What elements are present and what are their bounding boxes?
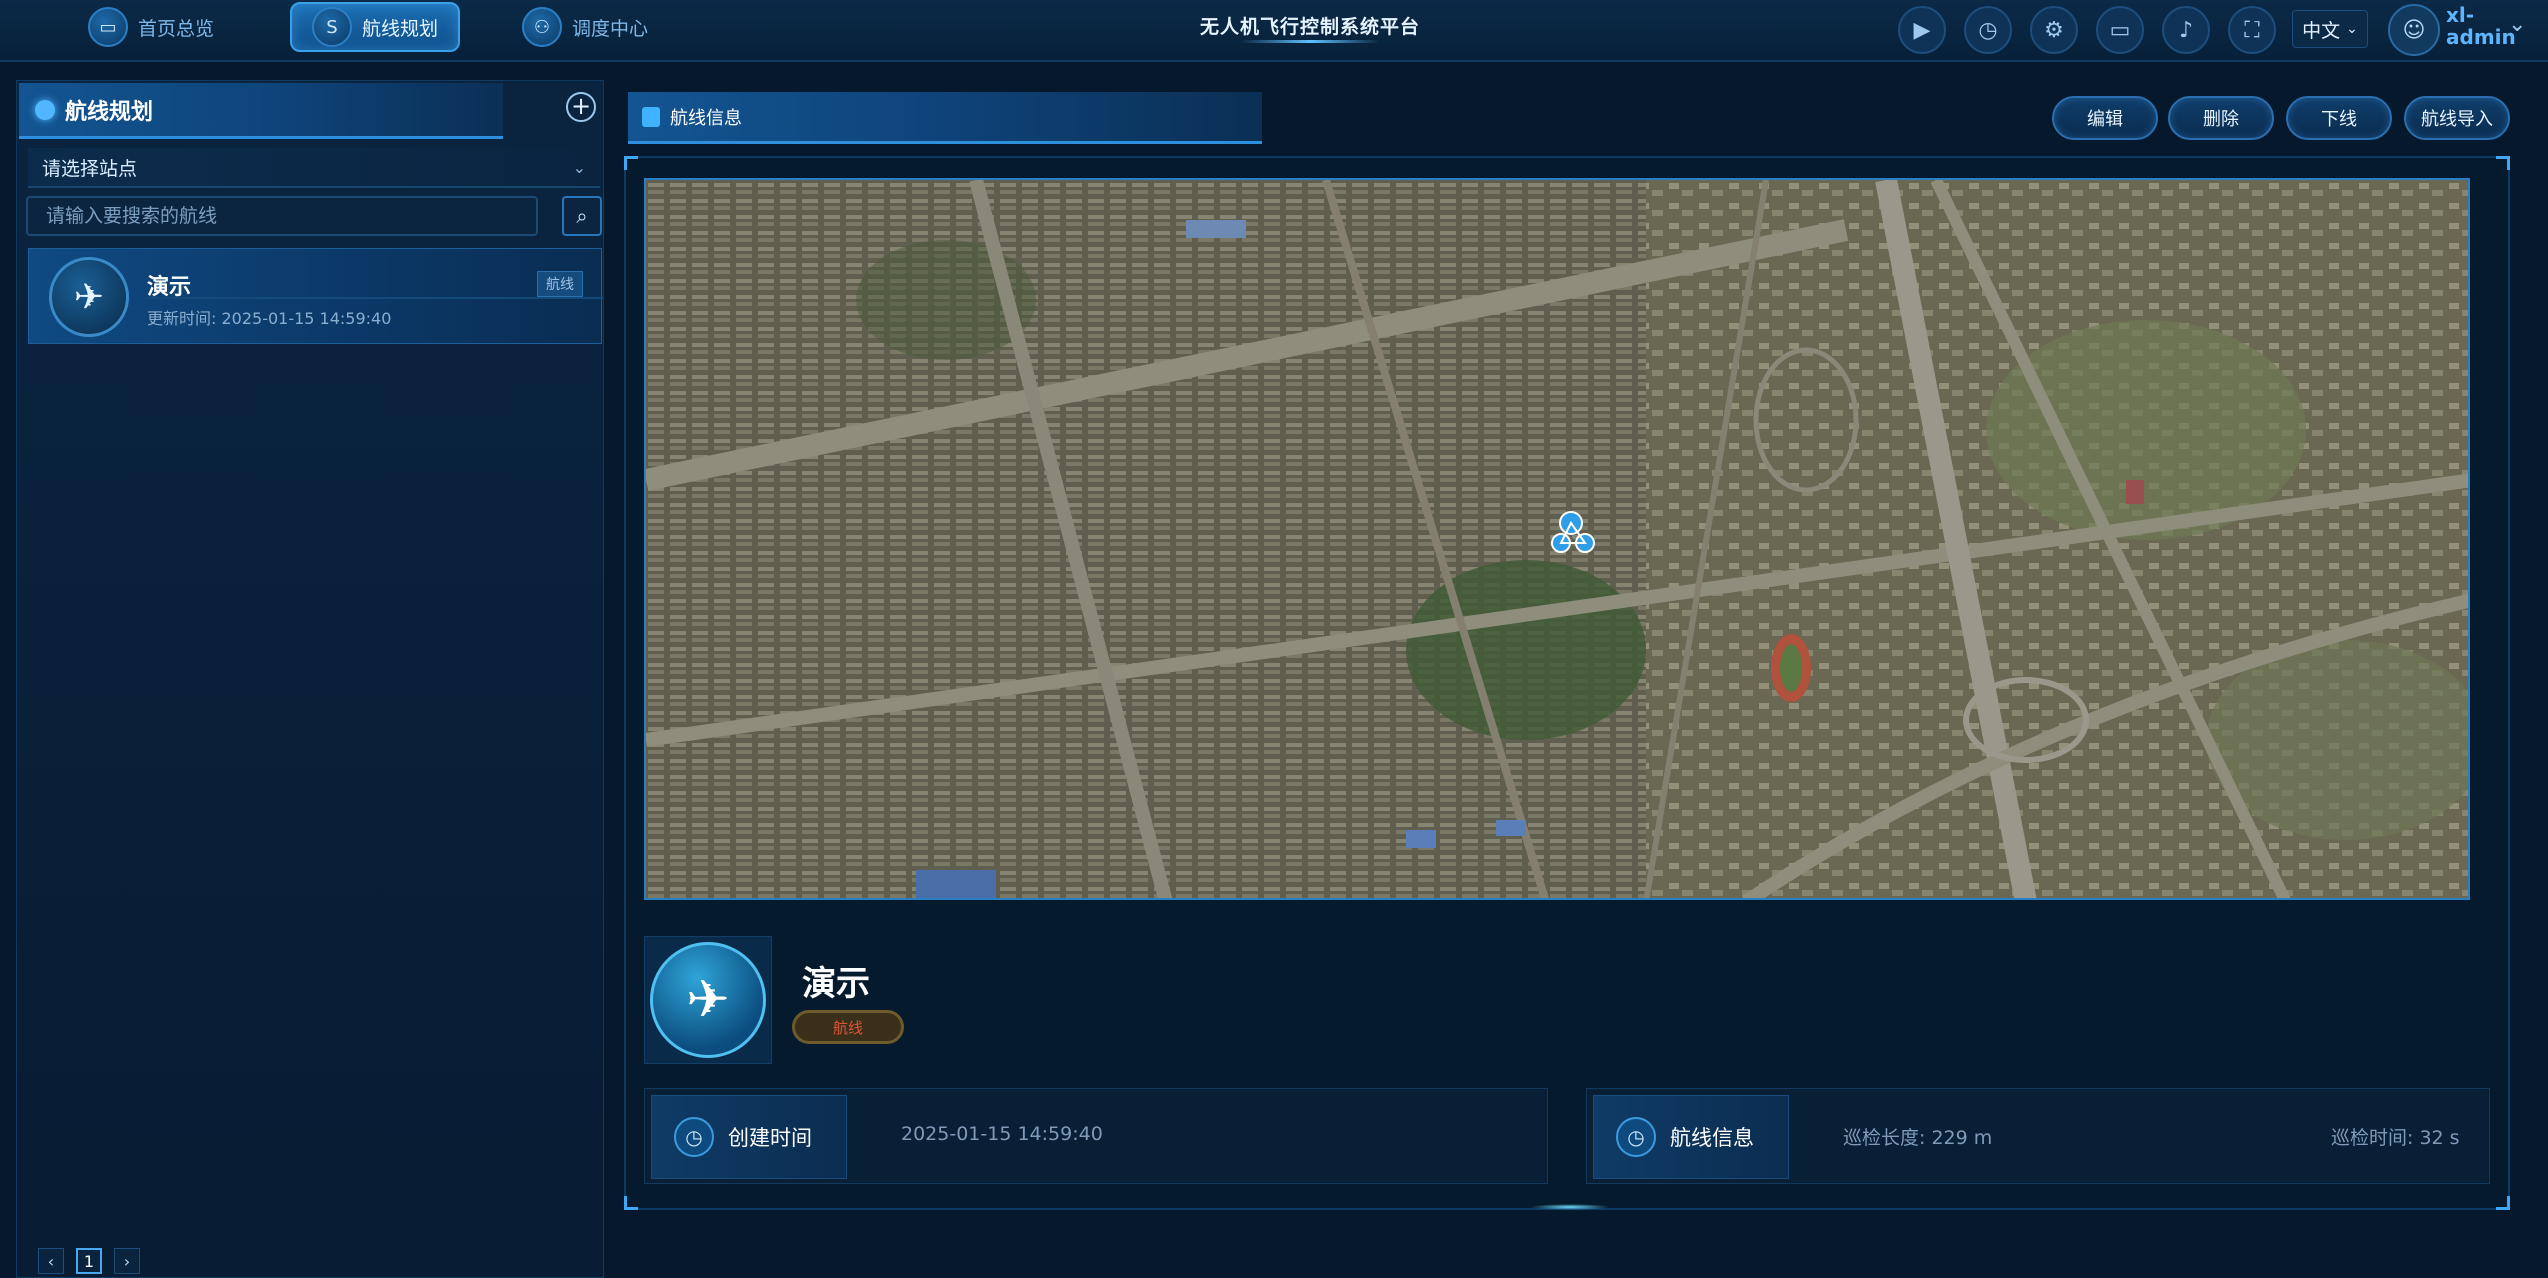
chevron-down-icon: ⌄ xyxy=(572,157,586,177)
nav-tab-label: 调度中心 xyxy=(572,17,649,40)
screen-icon[interactable]: ▭ xyxy=(2096,6,2144,54)
created-time-title: 创建时间 xyxy=(728,1126,812,1150)
clock-icon[interactable]: ◷ xyxy=(1964,6,2012,54)
search-button[interactable]: ⌕ xyxy=(562,196,602,236)
satellite-map[interactable] xyxy=(644,178,2470,900)
fullscreen-icon[interactable]: ⛶ xyxy=(2228,6,2276,54)
settings-icon[interactable]: ⚙ xyxy=(2030,6,2078,54)
drone-route-icon: ✈ xyxy=(49,257,129,337)
nav-tab-route-planning[interactable]: S 航线规划 xyxy=(290,2,461,52)
route-info-tab-label: 航线信息 xyxy=(670,107,742,129)
add-route-button[interactable]: + xyxy=(566,92,596,122)
chevron-down-icon: ⌄ xyxy=(2346,21,2358,37)
route-type-badge: 航线 xyxy=(792,1010,904,1044)
next-page-button[interactable]: › xyxy=(114,1248,140,1274)
avatar[interactable]: ☺ xyxy=(2388,4,2440,56)
edit-button[interactable]: 编辑 xyxy=(2052,96,2158,140)
search-icon: ⌕ xyxy=(576,204,588,228)
route-search-input[interactable] xyxy=(26,196,538,236)
pagination: ‹ 1 › xyxy=(38,1248,140,1274)
route-info-card: ◷ 航线信息 巡检长度: 229 m 巡检时间: 32 s xyxy=(1586,1088,2490,1184)
app-title: 无人机飞行控制系统平台 xyxy=(1199,16,1420,38)
corner-decoration xyxy=(624,156,638,170)
top-bar: ▭ 首页总览 S 航线规划 ⚇ 调度中心 无人机飞行控制系统平台 ▶ ◷ ⚙ ▭… xyxy=(0,0,2548,62)
route-item-badge: 航线 xyxy=(537,271,583,297)
nav-tab-label: 首页总览 xyxy=(138,17,215,40)
username[interactable]: xl-admin xyxy=(2446,4,2516,48)
route-info-label: ◷ 航线信息 xyxy=(1593,1095,1789,1179)
created-time-value: 2025-01-15 14:59:40 xyxy=(901,1123,1103,1145)
nav-tab-label: 航线规划 xyxy=(362,17,439,40)
clock-icon: ◷ xyxy=(1616,1117,1656,1157)
language-label: 中文 xyxy=(2302,19,2341,42)
route-icon: S xyxy=(312,7,352,47)
airplane-hand-icon: ✈ xyxy=(650,942,766,1058)
import-route-button[interactable]: 航线导入 xyxy=(2404,96,2510,140)
route-duration-value: 巡检时间: 32 s xyxy=(2331,1127,2460,1149)
bell-icon[interactable]: ♪ xyxy=(2162,6,2210,54)
clock-icon: ◷ xyxy=(674,1117,714,1157)
route-list-item[interactable]: ✈ 演示 更新时间: 2025-01-15 14:59:40 航线 xyxy=(28,248,603,344)
chevron-down-icon[interactable]: ⌄ xyxy=(2508,12,2526,37)
page-number[interactable]: 1 xyxy=(76,1248,102,1274)
delete-button[interactable]: 删除 xyxy=(2168,96,2274,140)
route-name: 演示 xyxy=(802,964,870,1004)
corner-decoration xyxy=(624,1196,638,1210)
created-time-label: ◷ 创建时间 xyxy=(651,1095,847,1179)
corner-decoration xyxy=(2496,156,2510,170)
route-info-title: 航线信息 xyxy=(1670,1126,1754,1150)
route-info-tab[interactable]: 航线信息 xyxy=(628,92,1262,144)
panel-header: 航线规划 xyxy=(19,83,503,139)
dispatch-icon: ⚇ xyxy=(522,7,562,47)
panel-title: 航线规划 xyxy=(65,99,154,125)
route-length-value: 巡检长度: 229 m xyxy=(1843,1127,1993,1149)
offline-button[interactable]: 下线 xyxy=(2286,96,2392,140)
route-type-icon: ✈ xyxy=(644,936,772,1064)
title-underline xyxy=(1240,40,1380,43)
divider xyxy=(147,297,603,299)
station-select[interactable]: 请选择站点 ⌄ xyxy=(28,148,600,188)
route-item-updated: 更新时间: 2025-01-15 14:59:40 xyxy=(147,309,392,328)
header-dot-icon xyxy=(35,99,55,120)
station-select-placeholder: 请选择站点 xyxy=(42,157,138,180)
created-time-card: ◷ 创建时间 2025-01-15 14:59:40 xyxy=(644,1088,1548,1184)
nav-tab-dispatch[interactable]: ⚇ 调度中心 xyxy=(502,2,668,52)
nav-tab-home[interactable]: ▭ 首页总览 xyxy=(68,2,234,52)
monitor-icon: ▭ xyxy=(88,7,128,47)
corner-decoration xyxy=(2496,1196,2510,1210)
document-icon xyxy=(642,106,660,127)
prev-page-button[interactable]: ‹ xyxy=(38,1248,64,1274)
map-imagery xyxy=(646,180,2468,898)
video-icon[interactable]: ▶ xyxy=(1898,6,1946,54)
panel-glow-decoration xyxy=(1530,1204,1610,1210)
language-select[interactable]: 中文 ⌄ xyxy=(2292,10,2368,48)
